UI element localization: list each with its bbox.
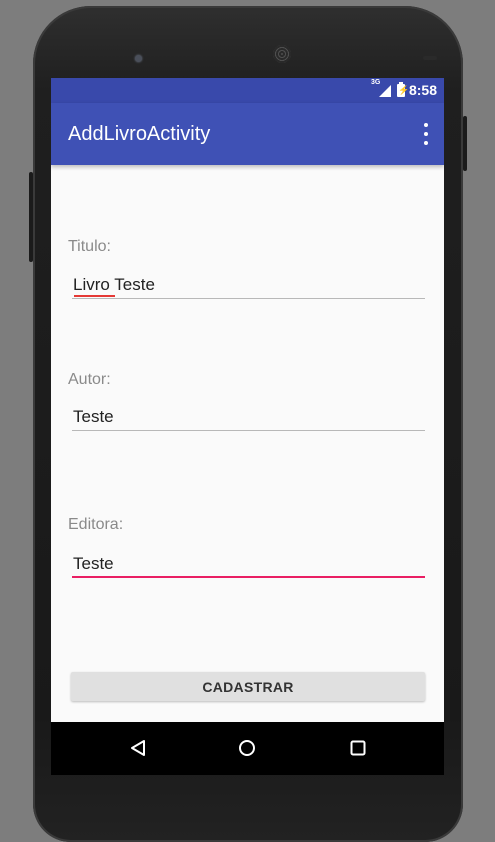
app-title: AddLivroActivity (68, 123, 211, 145)
titulo-input[interactable] (72, 270, 426, 300)
earpiece-speaker-icon (273, 45, 291, 63)
battery-charging-icon: ⚡ (396, 81, 410, 97)
proximity-sensor (423, 56, 437, 60)
more-vert-icon[interactable] (420, 123, 432, 145)
app-bar: AddLivroActivity (51, 103, 444, 165)
volume-button (463, 116, 467, 171)
editora-underline-focused (72, 576, 425, 578)
back-triangle-icon[interactable] (129, 739, 147, 757)
spellcheck-underline (74, 295, 115, 297)
editora-input[interactable] (72, 549, 426, 579)
titulo-underline (72, 298, 425, 299)
titulo-label: Titulo: (68, 238, 111, 255)
recents-square-icon[interactable] (349, 739, 367, 757)
signal-icon: 3G (371, 79, 391, 97)
autor-underline (72, 430, 425, 431)
emulator-frame: 3G ⚡ 8:58 AddLivroActivity Titulo: Autor… (0, 0, 495, 842)
status-icons: 3G ⚡ 8:58 (371, 79, 437, 98)
front-camera-icon (135, 55, 142, 62)
navigation-bar (51, 722, 444, 775)
cadastrar-button[interactable]: CADASTRAR (71, 672, 425, 701)
autor-label: Autor: (68, 371, 111, 388)
autor-input[interactable] (72, 402, 426, 432)
status-time: 8:58 (408, 82, 437, 98)
editora-label: Editora: (68, 516, 124, 533)
home-circle-icon[interactable] (238, 739, 256, 757)
device-screen: 3G ⚡ 8:58 AddLivroActivity Titulo: Autor… (51, 78, 444, 775)
status-bar: 3G ⚡ 8:58 (51, 78, 444, 103)
